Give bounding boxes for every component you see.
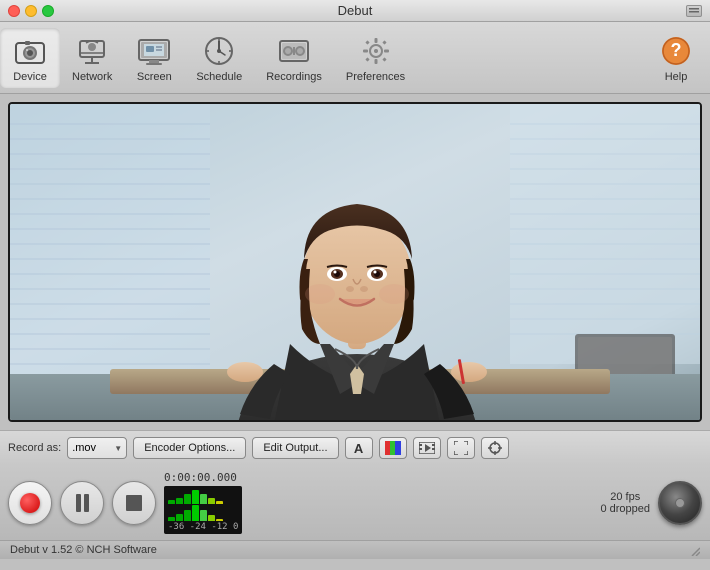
close-button[interactable] — [8, 5, 20, 17]
record-as-label: Record as: — [8, 442, 61, 454]
encoder-options-button[interactable]: Encoder Options... — [133, 437, 246, 459]
resize-grip[interactable] — [688, 544, 700, 556]
film-icon — [419, 442, 435, 454]
text-icon: A — [354, 441, 363, 456]
resize-control[interactable] — [686, 5, 702, 17]
vu-meter-area: 0:00:00.000 -36 -24 -12 — [164, 471, 592, 534]
text-overlay-button[interactable]: A — [345, 437, 373, 459]
edit-output-button[interactable]: Edit Output... — [252, 437, 338, 459]
toolbar-item-device[interactable]: Device — [0, 28, 60, 88]
video-scene — [10, 104, 700, 420]
window-title: Debut — [338, 3, 373, 18]
camera-icon — [12, 33, 48, 69]
network-icon — [74, 33, 110, 69]
title-bar: Debut — [0, 0, 710, 22]
time-display: 0:00:00.000 — [164, 471, 237, 484]
disc-icon — [658, 481, 702, 525]
color-display-button[interactable] — [379, 437, 407, 459]
toolbar-item-screen[interactable]: Screen — [124, 28, 184, 88]
schedule-label: Schedule — [196, 71, 242, 83]
pause-icon — [76, 494, 89, 512]
video-preview — [8, 102, 702, 422]
recordings-label: Recordings — [266, 71, 322, 83]
resize-grip-icon — [688, 544, 700, 556]
format-value: .mov — [72, 442, 96, 454]
device-label: Device — [13, 71, 47, 83]
screen-icon — [136, 33, 172, 69]
stop-icon — [126, 495, 142, 511]
stop-button[interactable] — [112, 481, 156, 525]
preferences-icon — [358, 33, 394, 69]
minimize-button[interactable] — [25, 5, 37, 17]
window-controls[interactable] — [8, 5, 54, 17]
help-icon: ? — [658, 33, 694, 69]
video-content — [10, 104, 700, 420]
preferences-label: Preferences — [346, 71, 405, 83]
fps-display: 20 fps 0 dropped — [600, 491, 650, 515]
help-label: Help — [665, 71, 688, 83]
dropdown-arrow-icon: ▼ — [114, 444, 122, 453]
record-button[interactable] — [8, 481, 52, 525]
recordings-icon — [276, 33, 312, 69]
crosshair-button[interactable] — [481, 437, 509, 459]
status-text: Debut v 1.52 © NCH Software — [10, 544, 157, 556]
resize-icon — [689, 7, 699, 15]
network-label: Network — [72, 71, 112, 83]
fps-value: 20 fps — [600, 491, 650, 503]
toolbar-item-preferences[interactable]: Preferences — [334, 28, 417, 88]
schedule-icon — [201, 33, 237, 69]
crosshair-icon — [488, 441, 502, 455]
record-dot-icon — [20, 493, 40, 513]
pause-button[interactable] — [60, 481, 104, 525]
disc-center — [675, 498, 685, 508]
screen-label: Screen — [137, 71, 172, 83]
color-icon — [385, 441, 401, 455]
toolbar-item-recordings[interactable]: Recordings — [254, 28, 334, 88]
toolbar-item-network[interactable]: Network — [60, 28, 124, 88]
video-settings-button[interactable] — [413, 437, 441, 459]
main-toolbar: Device Network — [0, 22, 710, 94]
toolbar-item-schedule[interactable]: Schedule — [184, 28, 254, 88]
maximize-button[interactable] — [42, 5, 54, 17]
format-select[interactable]: .mov ▼ — [67, 437, 127, 459]
expand-icon — [454, 441, 468, 455]
svg-text:?: ? — [671, 40, 682, 60]
expand-button[interactable] — [447, 437, 475, 459]
toolbar-item-help[interactable]: ? Help — [642, 28, 710, 88]
window-control-right — [686, 5, 702, 17]
dropped-value: 0 dropped — [600, 503, 650, 515]
transport-bar: 0:00:00.000 -36 -24 -12 — [0, 465, 710, 540]
status-bar: Debut v 1.52 © NCH Software — [0, 540, 710, 559]
vu-scale: -36 -24 -12 0 — [168, 522, 238, 532]
controls-bar: Record as: .mov ▼ Encoder Options... Edi… — [0, 430, 710, 465]
